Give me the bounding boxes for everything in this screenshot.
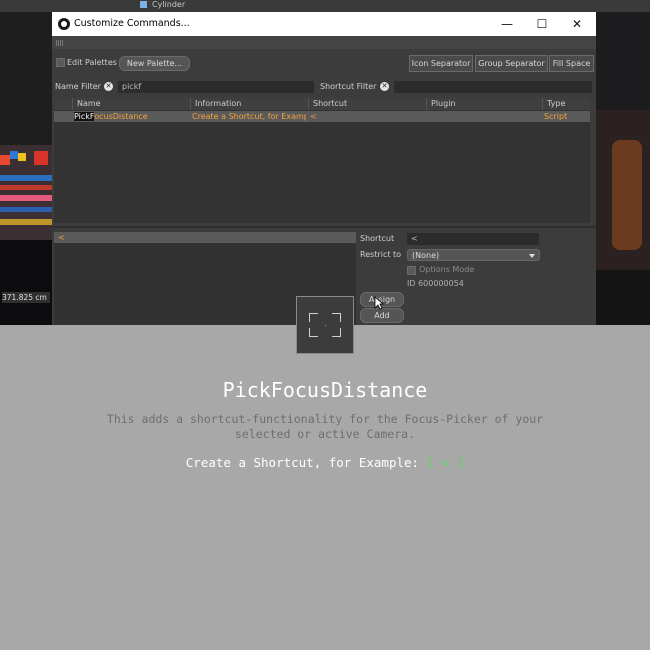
maximize-button[interactable]: ☐ [525, 12, 559, 36]
object-label[interactable]: Cylinder [152, 0, 185, 9]
name-match-highlight: PickF [74, 112, 95, 121]
options-mode-label: Options Mode [419, 265, 475, 274]
dialog-title: Customize Commands... [74, 18, 190, 29]
panel-divider[interactable] [52, 226, 596, 228]
script-description: This adds a shortcut-functionality for t… [106, 412, 544, 441]
row-information-cell: Create a Shortcut, for Exampl [192, 112, 306, 121]
script-title: PickFocusDistance [222, 378, 428, 402]
fill-space-button[interactable]: Fill Space [549, 55, 594, 72]
table-header: Name Information Shortcut Plugin Type [54, 98, 590, 110]
row-type-cell: Script [544, 112, 568, 121]
new-palette-button[interactable]: New Palette... [119, 56, 190, 71]
measurement-readout: 371.825 cm [2, 292, 50, 303]
dialog-grip-bar [52, 36, 596, 49]
shortcut-filter-label: Shortcut Filter [320, 82, 377, 91]
column-header-shortcut[interactable]: Shortcut [308, 98, 426, 110]
column-header-name[interactable]: Name [72, 98, 190, 110]
left-render-area [0, 145, 52, 240]
mouse-pointer-icon [374, 296, 384, 310]
column-header-type[interactable]: Type [542, 98, 588, 110]
column-header-plugin[interactable]: Plugin [426, 98, 542, 110]
column-header-information[interactable]: Information [190, 98, 308, 110]
command-id: ID 600000054 [407, 279, 464, 288]
restrict-to-select[interactable]: (None) [407, 249, 540, 261]
row-name-cell: PickFocusDistance [74, 111, 188, 122]
options-mode-checkbox[interactable] [407, 266, 416, 275]
shortcut-list-item[interactable]: < [54, 232, 356, 243]
drag-grip-icon[interactable] [56, 40, 64, 46]
group-separator-button[interactable]: Group Separator [475, 55, 548, 72]
name-rest: ocusDistance [94, 112, 148, 121]
cylinder-icon [140, 1, 147, 8]
script-example: Create a Shortcut, for Example: [ < ] [0, 455, 650, 470]
edit-palettes-checkbox[interactable] [56, 58, 65, 67]
edit-palettes-label: Edit Palettes [67, 58, 117, 67]
example-prefix: Create a Shortcut, for Example: [185, 455, 420, 470]
right-viewport-floor [596, 270, 650, 325]
shortcut-filter-input[interactable] [394, 81, 592, 93]
restrict-to-label: Restrict to [360, 250, 402, 259]
name-filter-input[interactable]: pickf [118, 81, 314, 93]
minimize-button[interactable]: — [490, 12, 524, 36]
row-shortcut-cell: < [310, 112, 317, 121]
name-filter-label: Name Filter [55, 82, 101, 91]
right-render-light [612, 140, 642, 250]
add-button[interactable]: Add [360, 308, 404, 323]
cinema4d-app-icon [58, 18, 70, 30]
commands-table: Name Information Shortcut Plugin Type Pi… [54, 98, 590, 223]
customize-commands-dialog: Customize Commands... — ☐ ✕ Edit Palette… [52, 12, 596, 325]
example-shortcut-key: [ < ] [426, 455, 465, 470]
left-viewport-floor [0, 240, 52, 325]
clear-name-filter-icon[interactable]: ✕ [104, 82, 113, 91]
close-button[interactable]: ✕ [560, 12, 594, 36]
object-manager-strip [0, 0, 650, 12]
shortcut-label: Shortcut [360, 234, 395, 243]
title-bar[interactable]: Customize Commands... — ☐ ✕ [52, 12, 596, 36]
table-row[interactable]: PickFocusDistance Create a Shortcut, for… [54, 111, 590, 122]
focus-picker-icon [296, 296, 354, 354]
icon-separator-button[interactable]: Icon Separator [409, 55, 473, 72]
row-plugin-cell [428, 111, 540, 122]
shortcut-input[interactable]: < [407, 233, 539, 245]
clear-shortcut-filter-icon[interactable]: ✕ [380, 82, 389, 91]
